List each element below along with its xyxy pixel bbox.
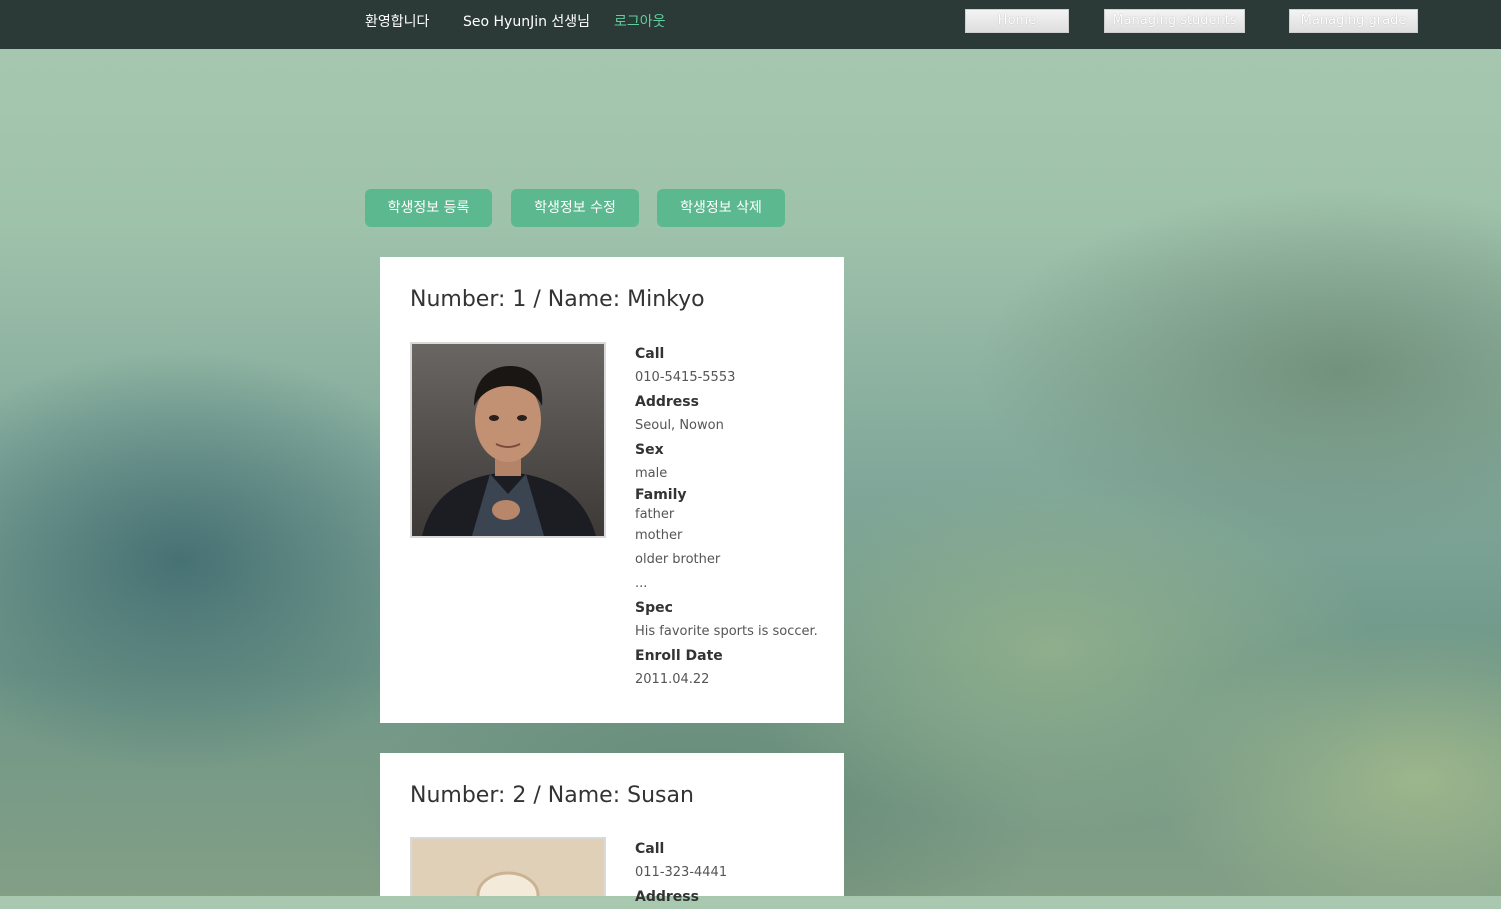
family-item: father: [635, 507, 675, 522]
student-info: Call 010-5415-5553 Address Seoul, Nowon …: [635, 342, 835, 692]
delete-student-button[interactable]: 학생정보 삭제: [657, 189, 785, 227]
address-label: Address: [635, 889, 699, 905]
managing-grade-button[interactable]: Managing grade: [1289, 9, 1418, 33]
family-item: ...: [635, 576, 648, 591]
teacher-name: Seo HyunJin 선생님: [463, 14, 591, 30]
address-value: Seoul, Nowon: [635, 418, 724, 433]
student-card[interactable]: Number: 1 / Name: Minkyo Call 010-5415-5…: [380, 257, 844, 723]
enroll-date-label: Enroll Date: [635, 648, 723, 664]
student-portrait-image: [412, 344, 604, 536]
family-item: older brother: [635, 552, 721, 567]
address-label: Address: [635, 394, 699, 410]
managing-students-button[interactable]: Managing students: [1104, 9, 1245, 33]
welcome-text: 환영합니다: [365, 14, 430, 30]
sex-value: male: [635, 466, 668, 481]
student-title: Number: 1 / Name: Minkyo: [410, 287, 705, 312]
sex-label: Sex: [635, 442, 664, 458]
register-student-button[interactable]: 학생정보 등록: [365, 189, 492, 227]
home-button[interactable]: Home: [965, 9, 1069, 33]
logout-link[interactable]: 로그아웃: [614, 11, 666, 31]
call-label: Call: [635, 841, 665, 857]
student-card[interactable]: Number: 2 / Name: Susan Call 011-323-444…: [380, 753, 844, 905]
spec-value: His favorite sports is soccer.: [635, 624, 818, 639]
call-label: Call: [635, 346, 665, 362]
family-label: Family: [635, 487, 687, 503]
student-photo: [410, 837, 606, 896]
student-info: Call 011-323-4441 Address: [635, 837, 835, 909]
spec-label: Spec: [635, 600, 673, 616]
enroll-date-value: 2011.04.22: [635, 672, 710, 687]
call-value: 011-323-4441: [635, 865, 728, 880]
family-item: mother: [635, 528, 683, 543]
student-title: Number: 2 / Name: Susan: [410, 783, 694, 808]
edit-student-button[interactable]: 학생정보 수정: [511, 189, 639, 227]
top-navigation-bar: 환영합니다 Seo HyunJin 선생님 로그아웃 Home Managing…: [0, 0, 1501, 49]
call-value: 010-5415-5553: [635, 370, 736, 385]
student-photo: [410, 342, 606, 538]
student-portrait-image: [412, 839, 604, 896]
